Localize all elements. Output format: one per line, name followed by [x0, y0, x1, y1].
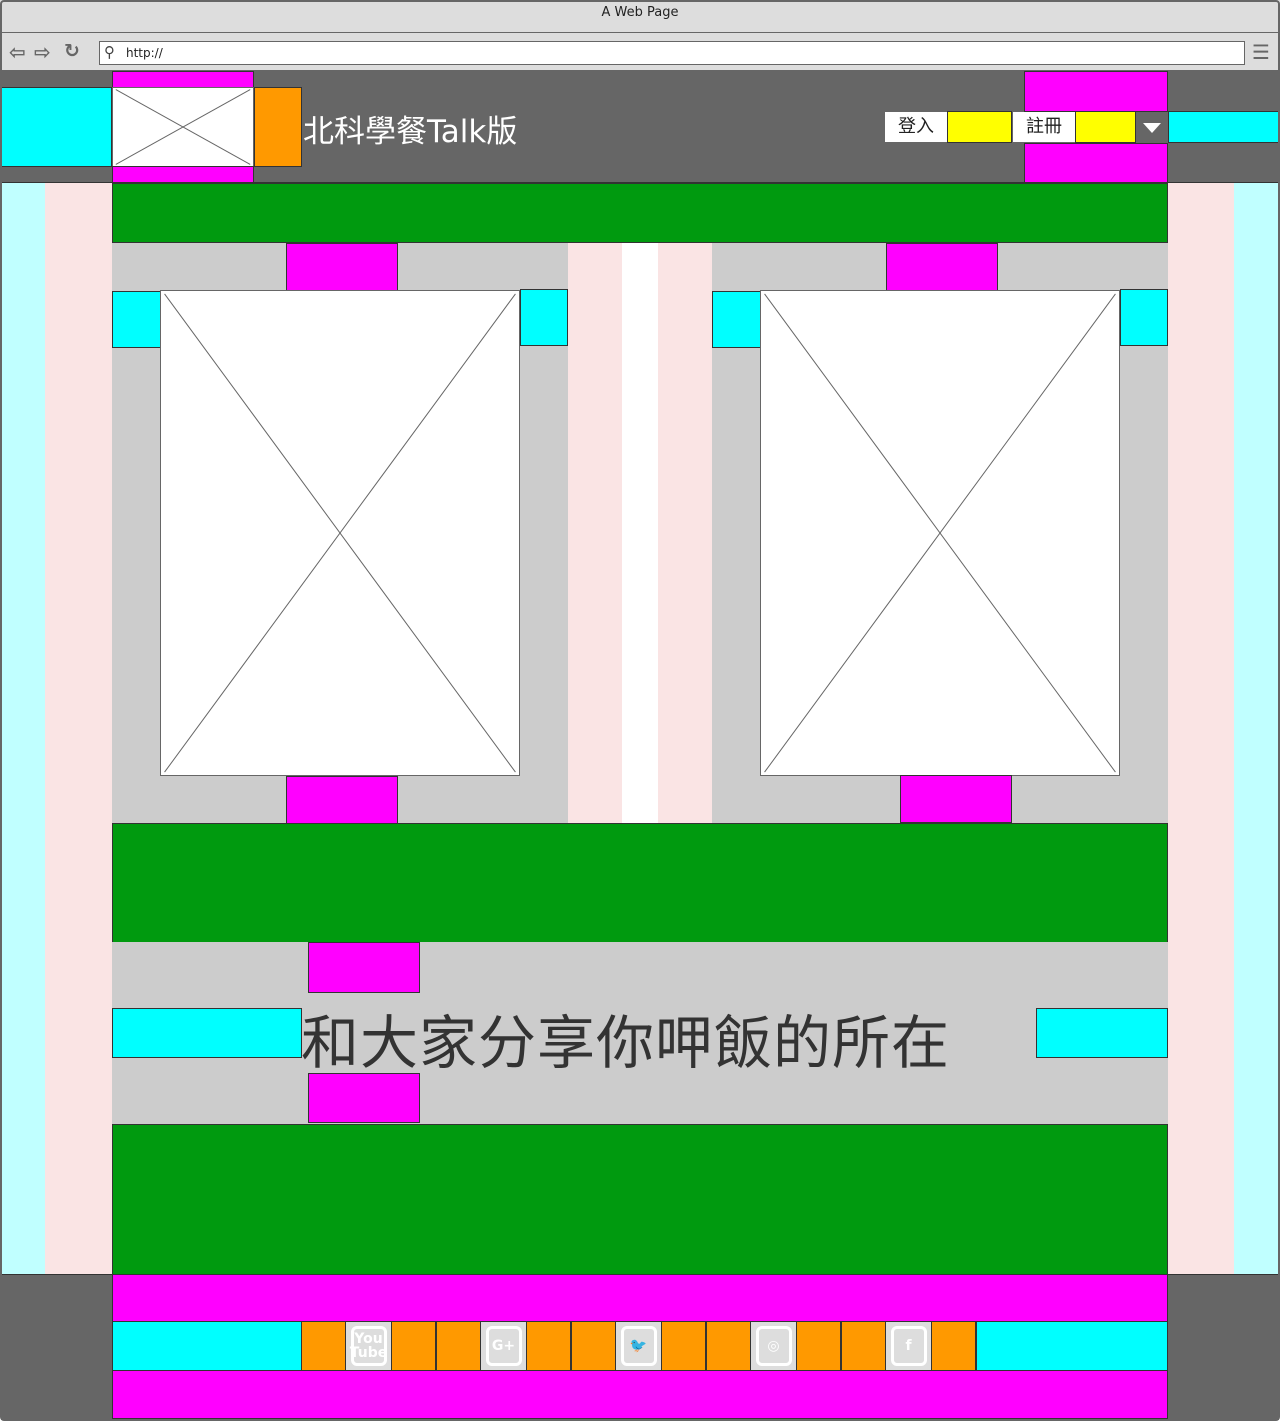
page-padding-left	[45, 183, 112, 1274]
login-button[interactable]: 登入	[885, 112, 947, 142]
facebook-icon[interactable]: f	[886, 1322, 931, 1370]
twitter-icon[interactable]: 🐦	[616, 1322, 661, 1370]
card-right-margin-bottom	[900, 775, 1012, 823]
url-text: http://	[126, 46, 163, 60]
social-group: 🐦	[571, 1321, 706, 1371]
titlebar-divider	[0, 32, 1280, 33]
browser-titlebar: A Web Page ⇦ ⇨ ↻ ⚲ http:// ☰	[0, 0, 1280, 71]
logo-margin-top	[112, 71, 254, 88]
social-pad	[660, 1322, 705, 1370]
page-margin-left	[1, 183, 45, 1274]
tagline-text: 和大家分享你呷飯的所在	[301, 1009, 951, 1077]
social-group: G+	[436, 1321, 571, 1371]
social-label: f	[890, 1326, 927, 1366]
social-links: You Tube G+ 🐦 ◎ f	[301, 1321, 977, 1371]
chevron-down-icon	[1143, 123, 1161, 133]
card-gutter-center	[622, 243, 658, 823]
social-label: G+	[485, 1326, 522, 1366]
tagline-pad-left	[112, 1008, 302, 1058]
back-icon[interactable]: ⇦	[9, 40, 26, 64]
dropdown-toggle[interactable]	[1136, 111, 1168, 143]
social-pad	[525, 1322, 570, 1370]
social-pad	[930, 1322, 975, 1370]
page-padding-right	[1168, 183, 1234, 1274]
google-plus-icon[interactable]: G+	[481, 1322, 526, 1370]
instagram-icon[interactable]: ◎	[751, 1322, 796, 1370]
section-spacer-bottom	[112, 1124, 1168, 1275]
card-left-image[interactable]	[160, 290, 520, 776]
card-right-pad-left	[712, 291, 761, 348]
card-left-margin-top	[286, 243, 398, 291]
menu-icon[interactable]: ☰	[1252, 40, 1270, 64]
page-margin-right	[1234, 183, 1279, 1274]
search-icon: ⚲	[104, 43, 115, 61]
card-right-margin-top	[886, 243, 998, 291]
nav-margin-bottom	[1024, 143, 1168, 183]
social-label: 🐦	[620, 1326, 657, 1366]
tagline-margin-bottom	[308, 1073, 420, 1123]
youtube-icon[interactable]: You Tube	[346, 1322, 391, 1370]
footer-margin-bottom	[112, 1370, 1168, 1419]
social-label: You Tube	[350, 1326, 387, 1366]
card-left-pad-right	[520, 289, 568, 346]
social-pad	[795, 1322, 840, 1370]
footer-margin-top	[112, 1274, 1168, 1322]
social-group: ◎	[706, 1321, 841, 1371]
social-group: You Tube	[301, 1321, 436, 1371]
social-label: ◎	[755, 1326, 792, 1366]
reload-icon[interactable]: ↻	[64, 40, 80, 62]
logo-gap	[254, 87, 302, 167]
card-right-image[interactable]	[760, 290, 1120, 776]
card-gutter-left	[568, 243, 622, 823]
social-pad	[390, 1322, 435, 1370]
logo-margin-bottom	[112, 166, 254, 183]
nav-gap-2	[1075, 111, 1136, 143]
nav-margin-top	[1024, 71, 1168, 112]
address-bar[interactable]: ⚲ http://	[99, 41, 1245, 65]
card-gutter-right	[658, 243, 712, 823]
social-pad	[842, 1322, 887, 1370]
nav-gap-1	[947, 111, 1012, 143]
social-pad	[572, 1322, 617, 1370]
window-title: A Web Page	[601, 5, 679, 20]
site-title[interactable]: 北科學餐Talk版	[303, 106, 517, 151]
social-pad	[707, 1322, 752, 1370]
footer-pad-right	[976, 1321, 1168, 1371]
card-left-margin-bottom	[286, 776, 398, 824]
header-spacer-right	[1168, 111, 1279, 143]
social-group: f	[841, 1321, 976, 1371]
section-spacer-middle	[112, 823, 1168, 943]
header-spacer-left	[1, 87, 112, 167]
social-pad	[437, 1322, 482, 1370]
social-pad	[302, 1322, 347, 1370]
logo-image[interactable]	[112, 87, 254, 167]
tagline-margin-top	[308, 942, 420, 993]
forward-icon[interactable]: ⇨	[34, 40, 51, 64]
register-button[interactable]: 註冊	[1013, 112, 1075, 142]
card-right-pad-right	[1120, 289, 1168, 346]
tagline-pad-right	[1036, 1008, 1168, 1058]
footer-pad-left	[112, 1321, 302, 1371]
card-left-pad-left	[112, 291, 161, 348]
section-spacer-top	[112, 183, 1168, 243]
